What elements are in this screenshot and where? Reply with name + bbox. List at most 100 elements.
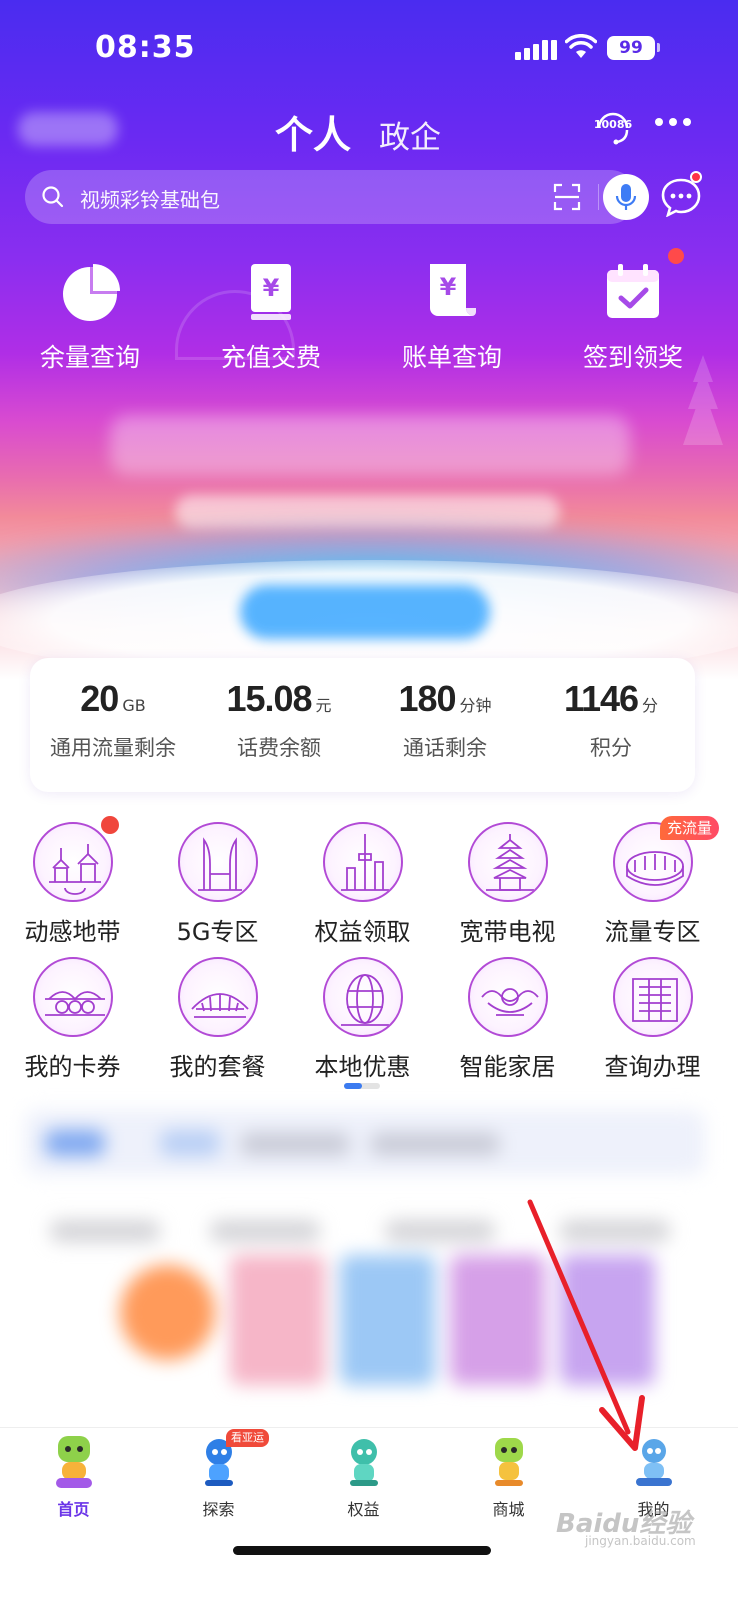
- stat-value: 20: [80, 678, 119, 719]
- search-bar[interactable]: 视频彩铃基础包: [25, 170, 649, 224]
- stat-unit: 分钟: [459, 696, 492, 715]
- search-placeholder: 视频彩铃基础包: [80, 188, 220, 212]
- tab-explore[interactable]: 探索: [145, 1428, 292, 1520]
- service-label: 我的套餐: [169, 1053, 266, 1081]
- blurred-title: [210, 1220, 320, 1242]
- service-label: 权益领取: [314, 918, 411, 946]
- svg-text:¥: ¥: [263, 274, 280, 302]
- message-icon[interactable]: [660, 177, 702, 217]
- tab-label: 权益: [347, 1500, 380, 1519]
- stat-label: 积分: [590, 736, 632, 760]
- svg-text:¥: ¥: [440, 273, 457, 301]
- blurred-banner-title[interactable]: [110, 415, 630, 475]
- service-query-handle[interactable]: 查询办理: [580, 957, 725, 1082]
- more-icon[interactable]: [655, 118, 691, 126]
- tab-rights[interactable]: 权益: [290, 1428, 437, 1520]
- service-label: 动感地带: [24, 918, 121, 946]
- blurred-chip: [240, 1133, 350, 1155]
- blurred-product-image[interactable]: [450, 1255, 545, 1385]
- stat-balance[interactable]: 15.08 元 话费余额: [196, 678, 362, 762]
- yuan-bill-icon: ¥: [430, 264, 476, 316]
- battery-tip: [657, 43, 660, 52]
- account-stats-card: 20 GB 通用流量剩余 15.08 元 话费余额 180 分钟 通话剩余 1146 分…: [30, 658, 695, 792]
- home-indicator[interactable]: [233, 1546, 491, 1555]
- globe-building-icon: [322, 957, 403, 1037]
- service-dynamic-zone[interactable]: 动感地带: [0, 822, 145, 947]
- quick-label: 余量查询: [39, 343, 140, 372]
- leifeng-pagoda-icon: [467, 822, 548, 902]
- service-my-plan[interactable]: 我的套餐: [145, 957, 290, 1082]
- service-label: 流量专区: [604, 918, 701, 946]
- microphone-icon: [615, 184, 637, 210]
- mascot-mine-icon: [635, 1439, 672, 1486]
- mascot-mall-icon: [494, 1438, 523, 1486]
- service-local-deals[interactable]: 本地优惠: [290, 957, 435, 1082]
- service-new-badge: [101, 816, 119, 834]
- tab-enterprise[interactable]: 政企: [379, 112, 441, 157]
- status-bar: 08:35 99: [0, 28, 738, 72]
- blurred-product-image[interactable]: [230, 1255, 325, 1385]
- blurred-banner-button[interactable]: [240, 585, 490, 639]
- customer-service-icon[interactable]: 10086: [593, 106, 633, 146]
- service-rights-claim[interactable]: 权益领取: [290, 822, 435, 947]
- blurred-chip: [160, 1130, 220, 1156]
- blurred-recommendations: [0, 1105, 738, 1425]
- tab-home[interactable]: 首页: [0, 1428, 147, 1520]
- wifi-icon: [565, 34, 597, 58]
- pie-chart-icon: [63, 264, 120, 321]
- stat-label: 通用流量剩余: [50, 736, 176, 760]
- blurred-tab-row[interactable]: [25, 1110, 705, 1175]
- quick-recharge[interactable]: ¥ 充值交费: [181, 262, 361, 374]
- tab-personal[interactable]: 个人: [275, 104, 351, 159]
- service-my-coupons[interactable]: 我的卡券: [0, 957, 145, 1082]
- blurred-product-image[interactable]: [560, 1255, 655, 1385]
- checkin-badge: [668, 248, 684, 264]
- service-label: 宽带电视: [459, 918, 556, 946]
- service-5g-zone[interactable]: 5G专区: [145, 822, 290, 947]
- quick-label: 账单查询: [401, 343, 502, 372]
- blurred-product-image[interactable]: [120, 1265, 215, 1360]
- battery-icon: 99: [607, 36, 655, 60]
- message-badge: [690, 171, 702, 183]
- ornament-icon: [467, 957, 548, 1037]
- service-broadband-tv[interactable]: 宽带电视: [435, 822, 580, 947]
- quick-bill-query[interactable]: ¥ 账单查询: [362, 262, 542, 374]
- tab-label: 首页: [57, 1500, 90, 1519]
- stat-value: 15.08: [226, 678, 312, 719]
- service-label: 智能家居: [459, 1053, 556, 1081]
- museum-icon: [612, 957, 693, 1037]
- mascot-home-icon: [55, 1436, 92, 1488]
- service-label: 查询办理: [604, 1053, 701, 1081]
- quick-actions: 余量查询 ¥ 充值交费 ¥ 账单查询 签到领奖: [0, 262, 738, 372]
- blurred-product-image[interactable]: [340, 1255, 435, 1385]
- blurred-title: [50, 1220, 160, 1242]
- quick-label: 签到领奖: [582, 343, 683, 372]
- stat-points[interactable]: 1146 分 积分: [528, 678, 694, 762]
- stat-label: 通话剩余: [403, 736, 487, 760]
- stat-value: 180: [398, 678, 456, 719]
- search-icon: [42, 186, 64, 208]
- recharge-data-badge: 充流量: [660, 816, 720, 840]
- service-data-zone[interactable]: 流量专区: [580, 822, 725, 947]
- stat-value: 1146: [563, 678, 639, 719]
- arena-icon: [177, 957, 258, 1037]
- quick-checkin[interactable]: 签到领奖: [543, 262, 723, 374]
- quick-label: 充值交费: [220, 343, 321, 372]
- blurred-chip: [370, 1133, 500, 1155]
- yuan-book-icon: ¥: [251, 264, 291, 320]
- watermark-url: jingyan.baidu.com: [585, 1534, 696, 1548]
- tab-label: 探索: [202, 1500, 235, 1519]
- segment-tabs: 个人 政企: [275, 104, 441, 159]
- stat-label: 话费余额: [237, 736, 321, 760]
- tv-tower-icon: [322, 822, 403, 902]
- service-smart-home[interactable]: 智能家居: [435, 957, 580, 1082]
- blurred-location[interactable]: [18, 112, 118, 146]
- stat-data-remaining[interactable]: 20 GB 通用流量剩余: [30, 678, 196, 762]
- stat-unit: GB: [122, 696, 146, 715]
- quick-balance-query[interactable]: 余量查询: [0, 262, 180, 374]
- stat-call-minutes[interactable]: 180 分钟 通话剩余: [362, 678, 528, 762]
- voice-button[interactable]: [603, 174, 649, 220]
- twin-tower-icon: [177, 822, 258, 902]
- blurred-title: [560, 1220, 670, 1242]
- scan-icon[interactable]: [553, 183, 581, 211]
